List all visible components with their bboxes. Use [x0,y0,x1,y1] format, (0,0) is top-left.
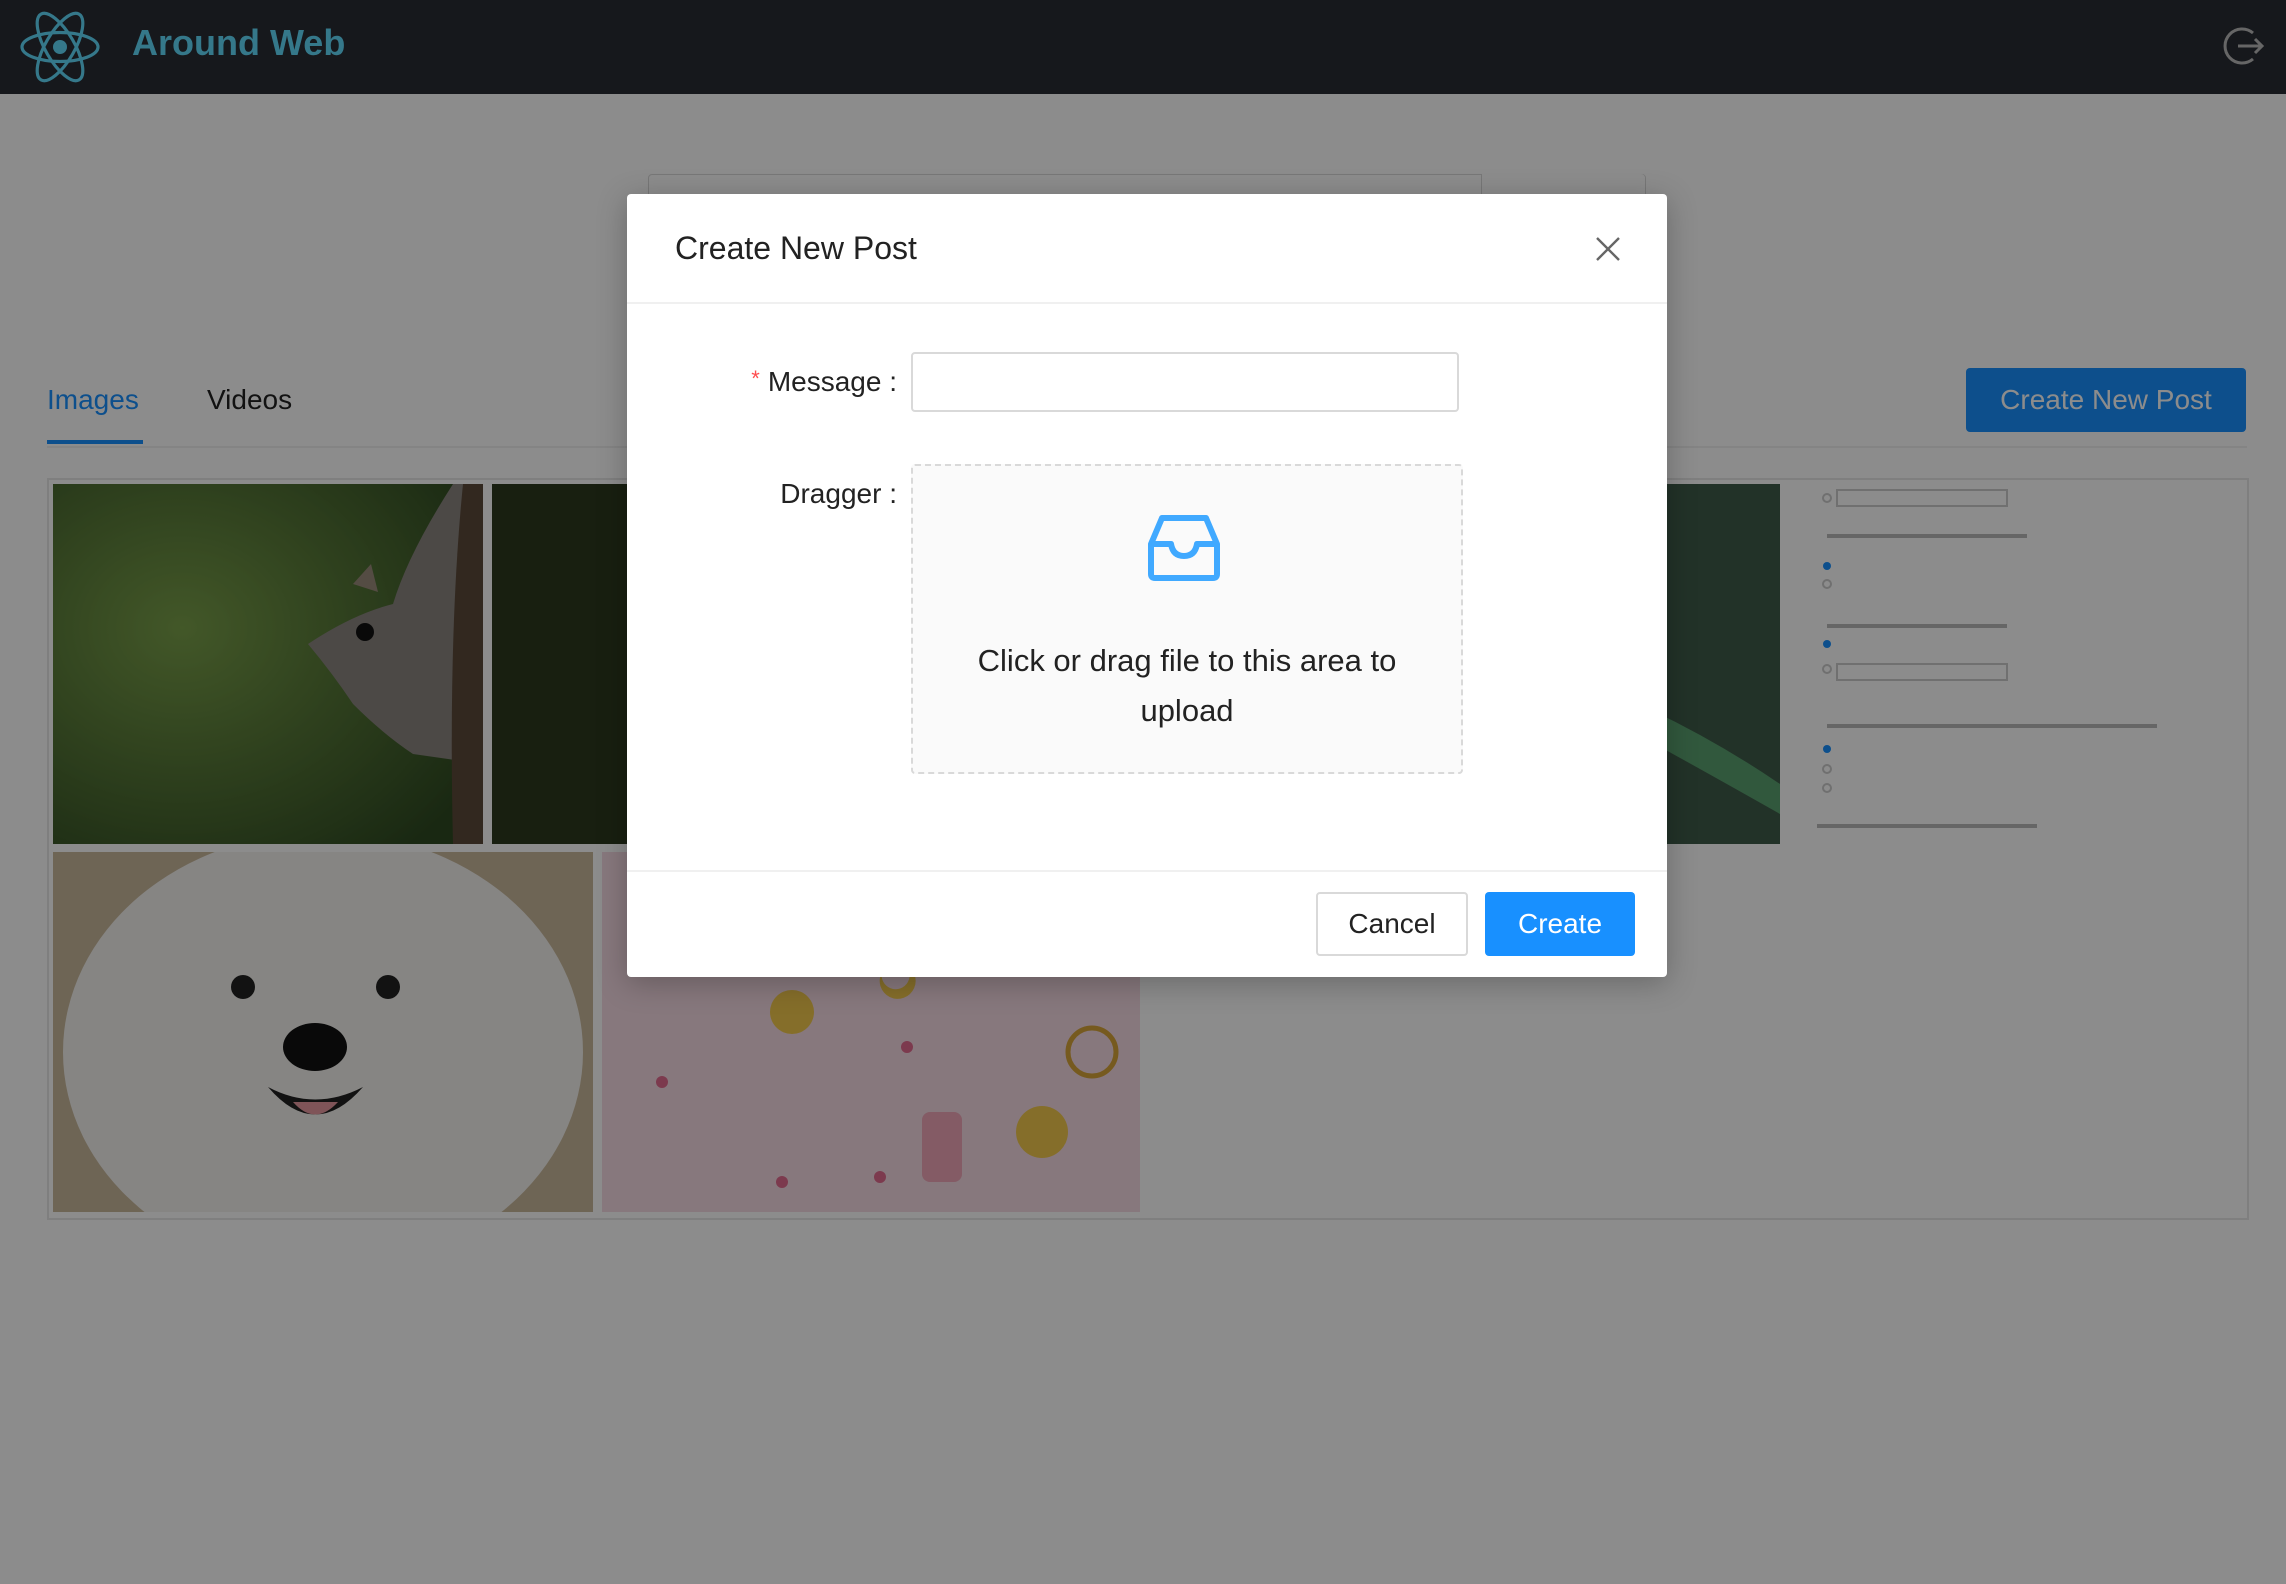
upload-dragger[interactable]: Click or drag file to this area to uploa… [911,464,1463,774]
dragger-label-text: Dragger [780,478,882,509]
inbox-icon [1148,515,1220,581]
create-button[interactable]: Create [1485,892,1635,956]
message-input[interactable] [911,352,1459,412]
modal-title: Create New Post [675,230,917,266]
close-icon[interactable] [1591,232,1625,266]
create-post-modal: Create New Post * Message : Dragger : Cli… [627,194,1667,977]
modal-header: Create New Post [627,194,1667,304]
message-label: * Message : [751,366,897,397]
required-mark: * [751,366,760,391]
dragger-hint-text: Click or drag file to this area to uploa… [977,643,1397,728]
dragger-label: Dragger : [780,478,897,509]
cancel-button[interactable]: Cancel [1316,892,1468,956]
message-label-text: Message [767,366,882,397]
modal-footer: Cancel Create [627,870,1667,979]
